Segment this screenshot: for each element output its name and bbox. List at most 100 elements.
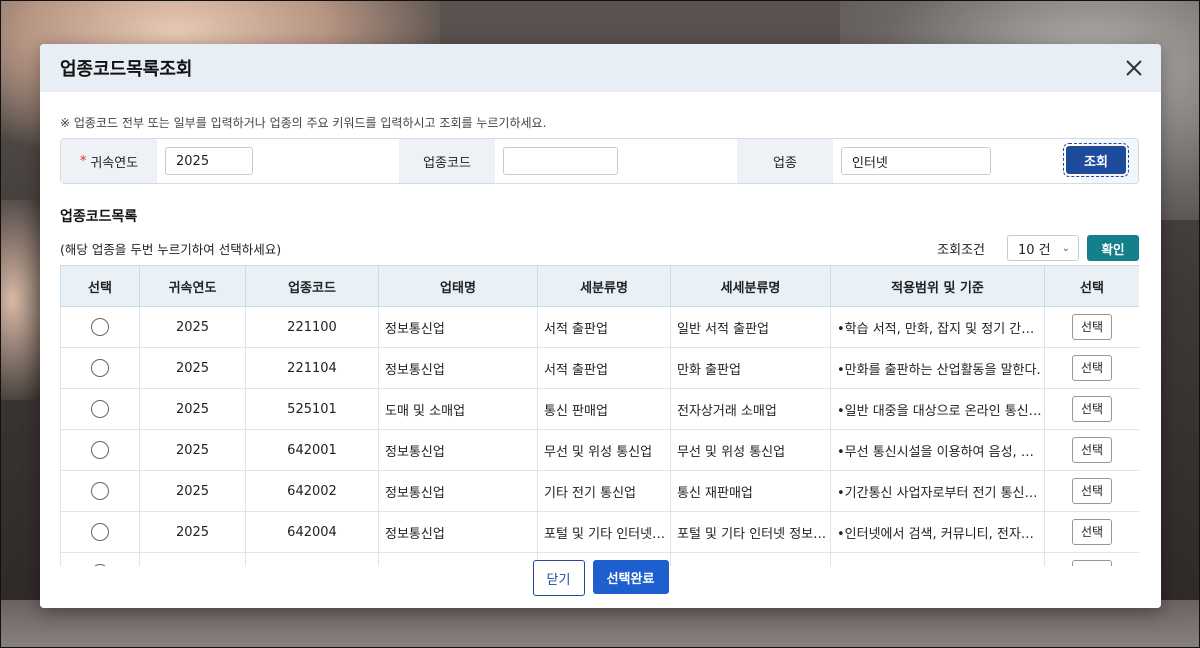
row-select-cell: 선택 [1044, 306, 1139, 348]
col-select-radio: 선택 [60, 265, 140, 307]
row-radio-cell [60, 552, 140, 567]
row-business: 도매 및 소매업 [378, 388, 538, 430]
col-business: 업태명 [378, 265, 538, 307]
search-button[interactable]: 조회 [1063, 143, 1129, 177]
dialog-title: 업종코드목록조회 [60, 59, 193, 80]
row-scope: •만화를 출판하는 산업활동을 말한다. [830, 347, 1045, 389]
row-subsub: 포털 및 기타 인터넷 정보매개 서비스업 [670, 511, 831, 553]
row-sub: 통신 판매업 [537, 388, 671, 430]
row-select-button[interactable]: 선택 [1072, 478, 1112, 504]
row-subsub: 무선 및 위성 통신업 [670, 429, 831, 471]
year-label: * 귀속연도 [61, 139, 157, 183]
year-input[interactable] [165, 147, 253, 175]
industry-field [833, 139, 1081, 183]
code-field [495, 139, 737, 183]
table-row[interactable]: 2025 221104 정보통신업 서적 출판업 만화 출판업 •만화를 출판하는 산업활… [60, 347, 1139, 389]
close-icon[interactable] [1121, 55, 1147, 81]
row-business: 정보통신업 [378, 470, 538, 512]
row-select-button[interactable]: 선택 [1072, 355, 1112, 381]
row-year: 2025 [139, 511, 246, 553]
table-row[interactable]: 2025 642002 정보통신업 기타 전기 통신업 통신 재판매업 •기간통신 사업자… [60, 470, 1139, 512]
industry-code-input[interactable] [503, 147, 618, 175]
row-select-button[interactable]: 선택 [1072, 437, 1112, 463]
row-business: 정보통신업 [378, 552, 538, 567]
condition-label: 조회조건 [937, 242, 985, 258]
row-radio-cell [60, 470, 140, 512]
row-year: 2025 [139, 306, 246, 348]
dialog-header: 업종코드목록조회 [40, 44, 1161, 92]
row-subsub: 통신 재판매업 [670, 470, 831, 512]
row-scope: •기간통신 사업자로부터 전기 통신서비스 [830, 470, 1045, 512]
row-scope: •일반 대중을 대상으로 온라인 통신망을 [830, 388, 1045, 430]
row-code: 525101 [245, 388, 379, 430]
row-sub: 무선 및 위성 통신업 [537, 429, 671, 471]
row-radio-cell [60, 388, 140, 430]
industry-code-dialog: 업종코드목록조회 ※ 업종코드 전부 또는 일부를 입력하거나 업종의 주요 키… [40, 44, 1161, 608]
code-label: 업종코드 [399, 139, 495, 183]
row-code: 642002 [245, 470, 379, 512]
row-year: 2025 [139, 429, 246, 471]
list-hint: (해당 업종을 두번 누르기하여 선택하세요) [60, 241, 282, 257]
select-complete-button[interactable]: 선택완료 [592, 560, 669, 594]
row-radio-cell [60, 429, 140, 471]
row-code: 642004 [245, 511, 379, 553]
row-radio-cell [60, 306, 140, 348]
list-title: 업종코드목록 [60, 209, 138, 225]
row-radio-cell [60, 347, 140, 389]
row-radio[interactable] [91, 441, 109, 459]
col-sub: 세분류명 [537, 265, 671, 307]
row-select-cell: 선택 [1044, 470, 1139, 512]
row-business: 정보통신업 [378, 511, 538, 553]
industry-table: 선택 귀속연도 업종코드 업태명 세분류명 세세분류명 적용범위 및 기준 선택… [60, 265, 1139, 567]
row-code: 642005 [245, 552, 379, 567]
row-year: 2025 [139, 347, 246, 389]
col-year: 귀속연도 [139, 265, 246, 307]
col-code: 업종코드 [245, 265, 379, 307]
row-code: 642001 [245, 429, 379, 471]
row-select-cell: 선택 [1044, 347, 1139, 389]
row-select-button[interactable]: 선택 [1072, 519, 1112, 545]
row-scope: •인터넷에서 검색, 커뮤니티, 전자우편 [830, 511, 1045, 553]
row-sub: 기타 전기 통신업 [537, 470, 671, 512]
row-year: 2025 [139, 552, 246, 567]
table-row[interactable]: 2025 642001 정보통신업 무선 및 위성 통신업 무선 및 위성 통신업 •무선… [60, 429, 1139, 471]
row-business: 정보통신업 [378, 306, 538, 348]
dialog-footer: 닫기 선택완료 [40, 560, 1161, 608]
row-scope: •무선 통신시설을 이용하여 음성, 문자 [830, 429, 1045, 471]
row-select-button[interactable]: 선택 [1072, 314, 1112, 340]
row-radio[interactable] [91, 523, 109, 541]
row-sub: 포털 및 기타 인터넷 정보매개 서비스업 [537, 511, 671, 553]
table-row[interactable]: 2025 525101 도매 및 소매업 통신 판매업 전자상거래 소매업 •일반 대중을… [60, 388, 1139, 430]
row-subsub: 만화 출판업 [670, 347, 831, 389]
row-select-cell: 선택 [1044, 511, 1139, 553]
industry-input[interactable] [841, 147, 991, 175]
industry-label: 업종 [737, 139, 833, 183]
row-radio[interactable] [91, 482, 109, 500]
row-select-button[interactable]: 선택 [1072, 396, 1112, 422]
search-notice: ※ 업종코드 전부 또는 일부를 입력하거나 업종의 주요 키워드를 입력하시고… [60, 116, 547, 130]
table-row[interactable]: 2025642004정보통신업포털 및 기타 인터넷 정보매개 서비스업포털 및… [60, 511, 1139, 553]
row-scope: •학습 서적, 만화, 잡지 및 정기 간행물을 제외한 [830, 306, 1045, 348]
row-select-cell: 선택 [1044, 388, 1139, 430]
row-business: 정보통신업 [378, 429, 538, 471]
row-code: 221104 [245, 347, 379, 389]
row-subsub: 전자상거래 소매업 [670, 388, 831, 430]
page-size-select[interactable]: 10 건 ⌄ [1007, 235, 1079, 261]
close-button[interactable]: 닫기 [532, 560, 585, 596]
col-subsub: 세세분류명 [670, 265, 831, 307]
row-select-cell: 선택 [1044, 552, 1139, 567]
row-sub: 서적 출판업 [537, 347, 671, 389]
row-radio[interactable] [91, 318, 109, 336]
confirm-button[interactable]: 확인 [1087, 235, 1139, 261]
search-panel: * 귀속연도 업종코드 업종 조회 [60, 138, 1139, 184]
list-toolbar: (해당 업종을 두번 누르기하여 선택하세요) 조회조건 10 건 ⌄ 확인 [60, 235, 1139, 261]
row-subsub: 유선 통신업 [670, 552, 831, 567]
row-radio[interactable] [91, 400, 109, 418]
chevron-down-icon: ⌄ [1061, 242, 1070, 254]
required-mark: * [79, 153, 87, 169]
table-row[interactable]: 2025 221100 정보통신업 서적 출판업 일반 서적 출판업 •학습 서적, 만화… [60, 306, 1139, 348]
table-header: 선택 귀속연도 업종코드 업태명 세분류명 세세분류명 적용범위 및 기준 선택 [60, 265, 1139, 307]
row-radio[interactable] [91, 359, 109, 377]
year-field [157, 139, 399, 183]
col-select-button: 선택 [1044, 265, 1139, 307]
